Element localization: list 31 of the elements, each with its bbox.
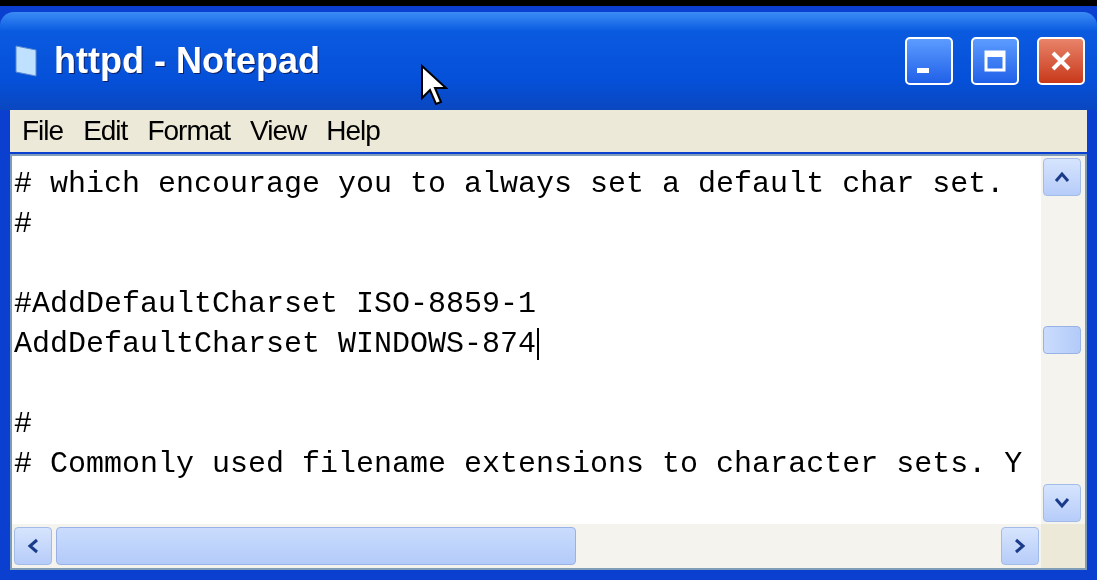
menu-item[interactable]: Edit: [75, 115, 136, 147]
scroll-thumb[interactable]: [56, 527, 576, 565]
menu-item[interactable]: Help: [318, 115, 388, 147]
scroll-up-button[interactable]: [1043, 158, 1081, 196]
mouse-pointer-icon: [420, 64, 448, 108]
vertical-scrollbar[interactable]: [1041, 156, 1085, 524]
text-caret: [537, 328, 540, 360]
text-editor[interactable]: # which encourage you to always set a default char set. # #AddDefaultCharset ISO-8859-1 AddDefaultCharset WINDOWS-874 # # Commonly used filename extensions to character sets. Y: [10, 154, 1087, 570]
scroll-left-button[interactable]: [14, 527, 52, 565]
menu-item[interactable]: File: [14, 115, 72, 147]
text-line: #AddDefaultCharset ISO-8859-1: [14, 286, 537, 323]
scroll-down-button[interactable]: [1043, 484, 1081, 522]
maximize-icon: [983, 49, 1007, 73]
text-line: # Commonly used filename extensions to character sets. Y: [14, 446, 1023, 483]
menu-item[interactable]: View: [242, 115, 315, 147]
maximize-button[interactable]: [971, 37, 1019, 85]
scroll-right-button[interactable]: [1001, 527, 1039, 565]
close-icon: [1049, 49, 1073, 73]
text-line: #: [14, 406, 32, 443]
horizontal-scrollbar[interactable]: [12, 524, 1041, 568]
text-line: #: [14, 206, 32, 243]
window-title: httpd - Notepad: [54, 40, 321, 82]
minimize-button[interactable]: [905, 37, 953, 85]
text-line: AddDefaultCharset WINDOWS-874: [14, 326, 537, 363]
menu-item[interactable]: Format: [139, 115, 239, 147]
text-line: # which encourage you to always set a default char set.: [14, 166, 1005, 203]
minimize-icon: [917, 67, 929, 73]
close-button[interactable]: [1037, 37, 1085, 85]
notepad-icon: [14, 44, 40, 78]
size-grip[interactable]: [1041, 524, 1085, 568]
scroll-thumb[interactable]: [1043, 326, 1081, 354]
